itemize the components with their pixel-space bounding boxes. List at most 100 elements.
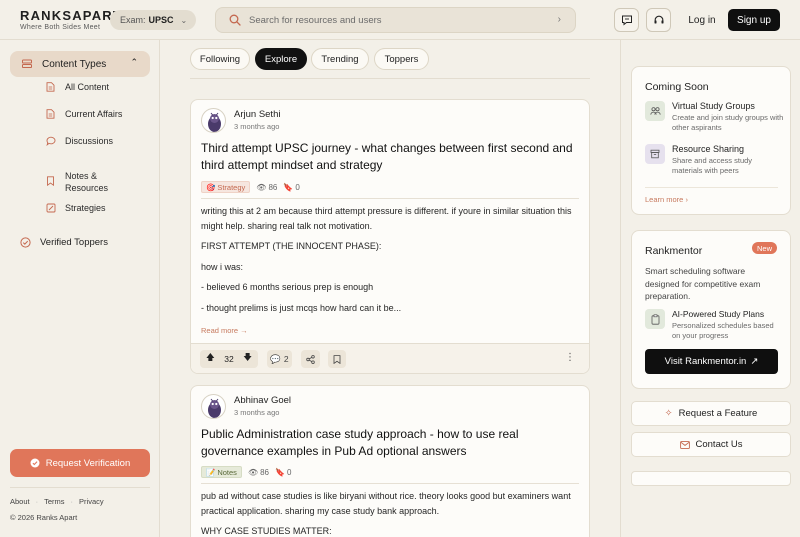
terms-link[interactable]: Terms [44, 497, 64, 506]
bookmark-button[interactable] [328, 350, 346, 368]
visit-rankmentor-button[interactable]: Visit Rankmentor.in ↗ [645, 349, 778, 374]
divider [10, 487, 150, 488]
messages-button[interactable] [614, 8, 639, 32]
document-icon [46, 109, 55, 119]
search-placeholder: Search for resources and users [249, 15, 382, 26]
more-options-icon[interactable]: ⋮ [565, 352, 575, 363]
contact-us-label: Contact Us [695, 439, 743, 450]
tag-badge[interactable]: 🎯 Strategy [201, 181, 251, 193]
main-feed: Following Explore Trending Toppers Arjun… [160, 40, 620, 537]
document-icon [46, 82, 55, 92]
post-body: pub ad without case studies is like biry… [201, 489, 581, 537]
sidebar-item-notes-resources[interactable]: Notes & Resources [47, 169, 157, 195]
tag-label: Notes [217, 467, 237, 477]
views-stat: 👁 86 [248, 468, 269, 477]
archive-icon [645, 144, 665, 164]
tab-explore[interactable]: Explore [255, 48, 307, 70]
avatar-illustration [208, 398, 221, 418]
divider [645, 187, 778, 188]
comment-icon: 💬 [270, 353, 281, 364]
sidebar-item-label: Notes & Resources [65, 171, 109, 193]
feature-title: AI-Powered Study Plans [672, 309, 765, 319]
upvote-icon[interactable]: 🡅 [206, 352, 215, 366]
separator: · [35, 497, 39, 506]
search-icon [229, 14, 241, 26]
bookmark-icon [333, 354, 341, 364]
external-link-icon: ↗ [750, 356, 759, 367]
post-card[interactable]: Arjun Sethi 3 months ago Third attempt U… [190, 99, 590, 374]
post-author[interactable]: Abhinav Goel [234, 395, 291, 406]
sidebar-item-label: Current Affairs [65, 109, 123, 119]
post-paragraph: FIRST ATTEMPT (THE INNOCENT PHASE): [201, 241, 382, 251]
left-sidebar: Content Types ⌃ All Content Current Affa… [0, 40, 160, 537]
content-types-label: Content Types [42, 58, 107, 70]
coming-soon-title: Coming Soon [645, 81, 709, 93]
comments-button[interactable]: 💬 2 [267, 350, 292, 368]
bookmark-icon: 🔖 [275, 467, 285, 477]
chevron-right-icon[interactable]: › [558, 14, 561, 25]
learn-more-link[interactable]: Learn more › [645, 195, 688, 204]
avatar[interactable] [201, 394, 226, 419]
views-count: 86 [260, 467, 269, 477]
post-meta: 🎯 Strategy 👁 86 🔖 0 [201, 181, 300, 193]
about-link[interactable]: About [10, 497, 30, 506]
divider [201, 198, 579, 199]
contact-us-button[interactable]: Contact Us [631, 432, 791, 457]
avatar-illustration [208, 112, 221, 132]
chat-bubble-icon [46, 136, 56, 146]
footer-links: About · Terms · Privacy [10, 497, 104, 506]
share-button[interactable] [301, 350, 320, 368]
visit-label: Visit Rankmentor.in [664, 356, 747, 367]
post-actions: 🡅 32 🡇 💬 2 ⋮ [191, 343, 589, 373]
chevron-up-icon: ⌃ [130, 57, 138, 67]
headset-icon [654, 15, 663, 24]
sidebar-item-label: Strategies [65, 203, 106, 213]
post-paragraph: - believed 6 months serious prep is enou… [201, 282, 374, 292]
sidebar-item-verified-toppers[interactable]: Verified Toppers [20, 237, 108, 251]
read-more-link[interactable]: Read more → [201, 326, 248, 335]
tab-toppers[interactable]: Toppers [374, 48, 429, 70]
comment-count: 2 [283, 354, 289, 364]
logo-tagline: Where Both Sides Meet [20, 24, 101, 31]
users-icon [645, 101, 665, 121]
bookmark-icon: 🔖 [283, 182, 294, 192]
views-stat: 👁 86 [256, 183, 277, 192]
post-paragraph: pub ad without case studies is like biry… [201, 491, 571, 516]
bookmark-icon [47, 176, 54, 186]
saves-count: 0 [295, 182, 300, 192]
eye-icon: 👁 [247, 467, 259, 477]
signup-button[interactable]: Sign up [728, 9, 780, 31]
post-card[interactable]: Abhinav Goel 3 months ago Public Adminis… [190, 385, 590, 537]
post-title[interactable]: Third attempt UPSC journey - what change… [201, 140, 581, 174]
post-author[interactable]: Arjun Sethi [234, 109, 280, 120]
check-circle-icon [30, 458, 40, 468]
separator: · [70, 497, 74, 506]
feature-desc: Personalized schedules based on your pro… [672, 321, 774, 340]
exam-selector[interactable]: Exam: UPSC ⌄ [110, 10, 196, 30]
downvote-icon[interactable]: 🡇 [243, 352, 252, 366]
request-verification-button[interactable]: Request Verification [10, 449, 150, 477]
empty-card [631, 471, 791, 486]
post-title[interactable]: Public Administration case study approac… [201, 426, 581, 460]
share-icon [306, 354, 315, 364]
feature-title: Virtual Study Groups [672, 101, 755, 111]
content-types-toggle[interactable]: Content Types ⌃ [10, 51, 150, 77]
tag-badge[interactable]: 📝 Notes [201, 466, 242, 478]
privacy-link[interactable]: Privacy [79, 497, 104, 506]
search-bar[interactable]: Search for resources and users › [215, 7, 576, 33]
logo[interactable]: RANKSAPART Where Both Sides Meet [20, 9, 122, 32]
layers-icon [22, 59, 32, 68]
sidebar-item-label: Discussions [65, 136, 114, 146]
memo-icon: 📝 [206, 467, 216, 477]
pencil-icon [46, 203, 56, 213]
learn-more-label: Learn more [645, 195, 684, 204]
mail-icon [679, 440, 690, 449]
request-feature-button[interactable]: ✧ Request a Feature [631, 401, 791, 426]
sidebar-item-label: All Content [65, 82, 110, 92]
avatar[interactable] [201, 108, 226, 133]
support-button[interactable] [646, 8, 671, 32]
tab-following[interactable]: Following [190, 48, 250, 70]
exam-value: UPSC [148, 15, 174, 25]
login-button[interactable]: Log in [681, 9, 723, 31]
tab-trending[interactable]: Trending [311, 48, 369, 70]
